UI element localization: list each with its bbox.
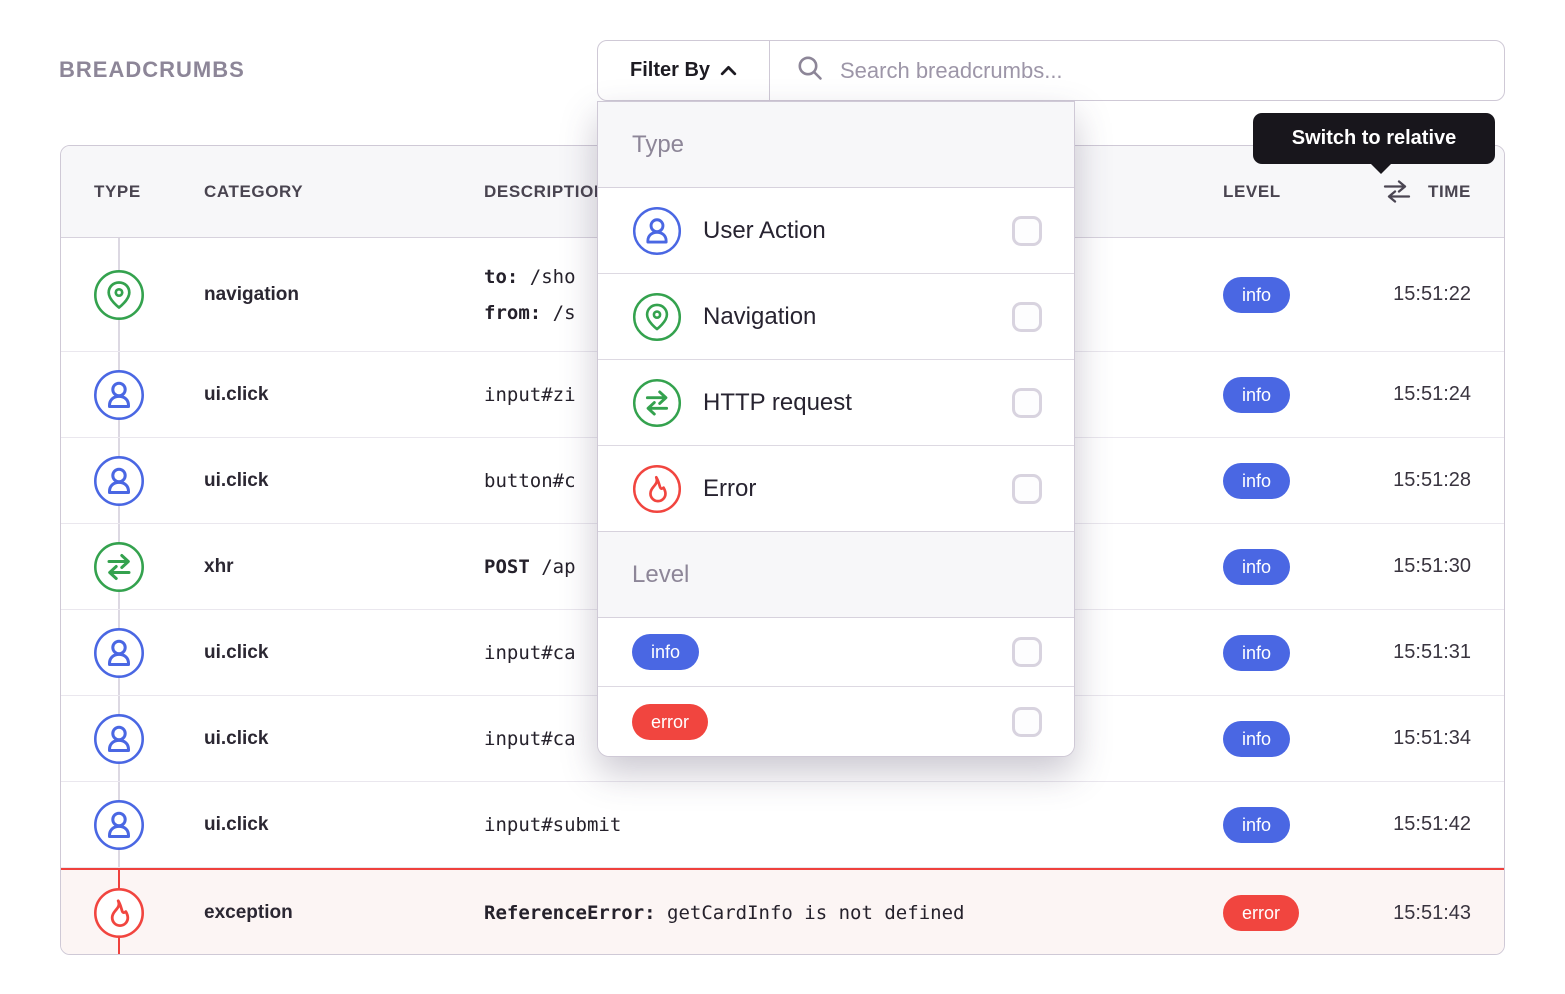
http-swap-icon xyxy=(632,378,682,428)
chevron-up-icon xyxy=(720,65,737,76)
user-icon xyxy=(93,369,145,421)
level-badge: error xyxy=(1223,895,1299,931)
level-badge: info xyxy=(1223,721,1290,757)
filter-option-navigation[interactable]: Navigation xyxy=(598,274,1074,360)
filter-by-label: Filter By xyxy=(630,59,710,82)
search-icon xyxy=(796,54,824,87)
col-header-type: TYPE xyxy=(61,182,204,202)
row-description: input#submit xyxy=(484,807,1223,843)
filter-option-error[interactable]: Error xyxy=(598,446,1074,532)
level-badge: info xyxy=(1223,277,1290,313)
col-header-level: LEVEL xyxy=(1223,182,1373,202)
level-badge: info xyxy=(1223,549,1290,585)
filter-dropdown: Type User Action Navigation HTTP request… xyxy=(597,101,1075,757)
row-category: xhr xyxy=(204,556,484,578)
row-category: ui.click xyxy=(204,728,484,750)
breadcrumbs-panel: BREADCRUMBS Filter By TYPE CATEGORY DESC… xyxy=(0,0,1565,994)
switch-time-format-icon[interactable] xyxy=(1382,180,1412,203)
row-time: 15:51:34 xyxy=(1373,727,1504,750)
row-category: ui.click xyxy=(204,470,484,492)
table-row: ui.click input#submit info 15:51:42 xyxy=(61,782,1504,868)
checkbox-level-info[interactable] xyxy=(1012,637,1042,667)
info-level-badge: info xyxy=(632,634,699,670)
search-field-wrap xyxy=(770,41,1504,100)
fire-icon xyxy=(93,887,145,939)
row-category: exception xyxy=(204,902,484,924)
row-time: 15:51:28 xyxy=(1373,469,1504,492)
checkbox-navigation[interactable] xyxy=(1012,302,1042,332)
checkbox-http-request[interactable] xyxy=(1012,388,1042,418)
tooltip: Switch to relative xyxy=(1253,113,1495,164)
fire-icon xyxy=(632,464,682,514)
row-time: 15:51:42 xyxy=(1373,813,1504,836)
user-icon xyxy=(632,206,682,256)
table-row-exception: exception ReferenceError: getCardInfo is… xyxy=(61,868,1504,955)
dropdown-section-level: Level xyxy=(598,532,1074,618)
row-time: 15:51:22 xyxy=(1373,283,1504,306)
level-badge: info xyxy=(1223,377,1290,413)
row-category: ui.click xyxy=(204,384,484,406)
filter-option-level-error[interactable]: error xyxy=(598,687,1074,756)
user-icon xyxy=(93,713,145,765)
error-level-badge: error xyxy=(632,704,708,740)
search-input[interactable] xyxy=(840,58,1486,84)
checkbox-user-action[interactable] xyxy=(1012,216,1042,246)
navigation-pin-icon xyxy=(632,292,682,342)
row-category: ui.click xyxy=(204,814,484,836)
user-icon xyxy=(93,627,145,679)
filter-option-http-request[interactable]: HTTP request xyxy=(598,360,1074,446)
dropdown-section-type: Type xyxy=(598,102,1074,188)
filter-search-bar: Filter By xyxy=(597,40,1505,101)
level-badge: info xyxy=(1223,807,1290,843)
filter-option-user-action[interactable]: User Action xyxy=(598,188,1074,274)
col-header-time: TIME xyxy=(1428,182,1471,202)
row-time: 15:51:43 xyxy=(1373,902,1504,925)
checkbox-level-error[interactable] xyxy=(1012,707,1042,737)
row-time: 15:51:31 xyxy=(1373,641,1504,664)
navigation-pin-icon xyxy=(93,269,145,321)
filter-by-button[interactable]: Filter By xyxy=(598,41,770,100)
col-header-category: CATEGORY xyxy=(204,182,484,202)
row-time: 15:51:30 xyxy=(1373,555,1504,578)
row-category: ui.click xyxy=(204,642,484,664)
row-category: navigation xyxy=(204,284,484,306)
page-title: BREADCRUMBS xyxy=(59,57,245,83)
level-badge: info xyxy=(1223,463,1290,499)
row-time: 15:51:24 xyxy=(1373,383,1504,406)
user-icon xyxy=(93,799,145,851)
tooltip-text: Switch to relative xyxy=(1292,127,1457,150)
filter-option-level-info[interactable]: info xyxy=(598,618,1074,687)
level-badge: info xyxy=(1223,635,1290,671)
tooltip-caret xyxy=(1370,163,1392,174)
user-icon xyxy=(93,455,145,507)
row-description: ReferenceError: getCardInfo is not defin… xyxy=(484,895,1223,931)
checkbox-error-type[interactable] xyxy=(1012,474,1042,504)
http-swap-icon xyxy=(93,541,145,593)
